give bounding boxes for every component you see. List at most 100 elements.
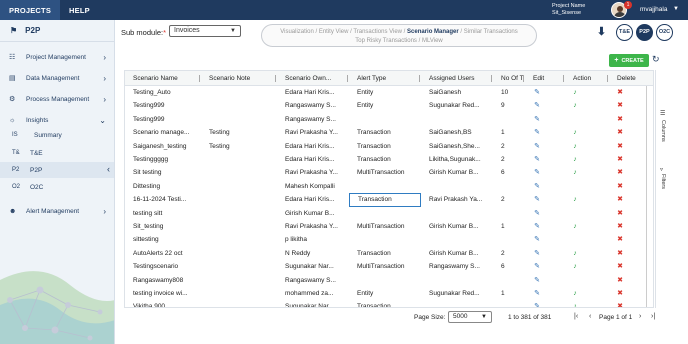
table-cell[interactable]: Vikitha 900 xyxy=(125,300,201,307)
edit-pencil-icon[interactable]: ✎ xyxy=(525,99,549,112)
table-cell[interactable] xyxy=(201,300,277,307)
table-cell[interactable] xyxy=(421,300,493,307)
table-cell[interactable]: Testing999 xyxy=(125,99,201,112)
table-cell[interactable]: 1 xyxy=(493,220,525,233)
delete-trash-icon[interactable]: ✖ xyxy=(609,86,631,99)
table-cell[interactable]: Edara Hari Kris... xyxy=(277,153,349,166)
table-row[interactable]: sittesting p likitha ✎ ✖ xyxy=(125,233,653,246)
table-cell[interactable]: Likitha,Sugunak... xyxy=(421,153,493,166)
table-cell[interactable]: sittesting xyxy=(125,233,201,246)
table-cell[interactable] xyxy=(349,233,421,246)
table-cell[interactable] xyxy=(349,274,421,287)
user-name[interactable]: mvajjhala xyxy=(640,6,667,13)
table-cell[interactable]: p likitha xyxy=(277,233,349,246)
table-cell[interactable]: Transaction xyxy=(349,140,421,153)
column-header[interactable]: Assigned Users xyxy=(421,71,493,86)
table-cell[interactable] xyxy=(493,180,525,193)
alert-bell-icon[interactable]: ♪ xyxy=(565,153,585,166)
delete-trash-icon[interactable]: ✖ xyxy=(609,126,631,139)
table-cell[interactable]: mohammed za... xyxy=(277,287,349,300)
table-row[interactable]: Testing999 Rangaswamy S... ✎ ✖ xyxy=(125,113,653,126)
refresh-icon[interactable]: ↻ xyxy=(652,54,660,65)
delete-trash-icon[interactable]: ✖ xyxy=(609,153,631,166)
collapse-chevron-icon[interactable]: ‹ xyxy=(107,164,110,174)
sidebar-item-alert-management[interactable]: ☻ Alert Management › xyxy=(0,202,114,220)
table-cell[interactable]: 6 xyxy=(493,260,525,273)
sidebar-sub-o2c[interactable]: O2 O2C xyxy=(0,179,114,195)
delete-trash-icon[interactable]: ✖ xyxy=(609,247,631,260)
edit-pencil-icon[interactable]: ✎ xyxy=(525,193,549,206)
table-cell[interactable]: Testing xyxy=(201,140,277,153)
table-cell[interactable] xyxy=(421,274,493,287)
columns-tab[interactable]: Columns xyxy=(660,120,666,142)
edit-pencil-icon[interactable]: ✎ xyxy=(525,113,549,126)
table-cell[interactable]: Girish Kumar B... xyxy=(277,207,349,220)
sidebar-item-data-management[interactable]: ▤ Data Management › xyxy=(0,69,114,87)
alert-bell-icon[interactable]: ♪ xyxy=(565,260,585,273)
alert-bell-icon[interactable]: ♪ xyxy=(565,300,585,307)
table-cell[interactable] xyxy=(201,113,277,126)
column-resize-handle[interactable] xyxy=(419,75,420,82)
table-cell[interactable] xyxy=(493,233,525,246)
delete-trash-icon[interactable]: ✖ xyxy=(609,99,631,112)
alert-bell-icon[interactable]: ♪ xyxy=(565,287,585,300)
edit-pencil-icon[interactable]: ✎ xyxy=(525,247,549,260)
table-cell[interactable]: Rangaswamy S... xyxy=(277,113,349,126)
crumb-scenario-manager[interactable]: Scenario Manager xyxy=(407,29,459,35)
table-cell[interactable] xyxy=(349,180,421,193)
table-row[interactable]: 16-11-2024 Testi... Edara Hari Kris... Tra… xyxy=(125,193,653,207)
alert-bell-icon[interactable]: ♪ xyxy=(565,220,585,233)
prev-page-icon[interactable]: ‹ xyxy=(589,313,591,320)
table-cell[interactable]: MultiTransaction xyxy=(349,166,421,179)
table-cell[interactable]: Edara Hari Kris... xyxy=(277,86,349,99)
table-cell[interactable]: testing sitt xyxy=(125,207,201,220)
edit-pencil-icon[interactable]: ✎ xyxy=(525,140,549,153)
table-cell[interactable]: 2 xyxy=(493,193,525,206)
table-cell[interactable]: SaiGanesh,She... xyxy=(421,140,493,153)
table-cell[interactable]: Saiganesh_testing xyxy=(125,140,201,153)
column-header[interactable]: Scenario Own... xyxy=(277,71,349,86)
edit-pencil-icon[interactable]: ✎ xyxy=(525,274,549,287)
edit-pencil-icon[interactable]: ✎ xyxy=(525,126,549,139)
user-menu-chevron-icon[interactable]: ▼ xyxy=(673,6,679,12)
table-row[interactable]: testing invoice wi... mohammed za... Entit… xyxy=(125,287,653,300)
table-cell[interactable]: Scenario manage... xyxy=(125,126,201,139)
first-page-icon[interactable]: |‹ xyxy=(574,313,578,320)
table-cell[interactable]: 2 xyxy=(493,153,525,166)
table-cell[interactable]: 6 xyxy=(493,166,525,179)
table-row[interactable]: Rangaswamy808 Rangaswamy S... ✎ ✖ xyxy=(125,274,653,287)
columns-icon[interactable]: ☰ xyxy=(660,110,665,117)
table-row[interactable]: Scenario manage... Testing Ravi Prakasha Y… xyxy=(125,126,653,139)
table-cell[interactable]: Transaction xyxy=(349,126,421,139)
download-icon[interactable]: ⬇ xyxy=(593,24,610,41)
alert-bell-icon[interactable]: ♪ xyxy=(565,247,585,260)
edit-pencil-icon[interactable]: ✎ xyxy=(525,207,549,220)
table-cell[interactable]: Rangaswamy S... xyxy=(277,274,349,287)
next-page-icon[interactable]: › xyxy=(639,313,641,320)
table-cell[interactable] xyxy=(493,113,525,126)
notification-badge[interactable]: 1 xyxy=(624,1,632,9)
delete-trash-icon[interactable]: ✖ xyxy=(609,274,631,287)
delete-trash-icon[interactable]: ✖ xyxy=(609,140,631,153)
column-resize-handle[interactable] xyxy=(275,75,276,82)
delete-trash-icon[interactable]: ✖ xyxy=(609,166,631,179)
table-cell[interactable] xyxy=(201,180,277,193)
table-cell[interactable]: Entity xyxy=(349,86,421,99)
edit-pencil-icon[interactable]: ✎ xyxy=(525,153,549,166)
table-cell[interactable] xyxy=(421,233,493,246)
column-header[interactable]: Action xyxy=(565,71,609,86)
table-cell[interactable]: Girish Kumar B... xyxy=(421,220,493,233)
p2p-button[interactable]: P2P xyxy=(636,24,653,41)
table-cell[interactable]: Transaction xyxy=(349,247,421,260)
delete-trash-icon[interactable]: ✖ xyxy=(609,207,631,220)
column-resize-handle[interactable] xyxy=(563,75,564,82)
te-button[interactable]: T&E xyxy=(616,24,633,41)
table-cell[interactable]: testing invoice wi... xyxy=(125,287,201,300)
table-cell[interactable] xyxy=(201,220,277,233)
table-cell[interactable] xyxy=(201,247,277,260)
delete-trash-icon[interactable]: ✖ xyxy=(609,193,631,206)
table-row[interactable]: Saiganesh_testing Testing Edara Hari Kris.… xyxy=(125,140,653,153)
table-row[interactable]: Sit testing Ravi Prakasha Y... MultiTransa… xyxy=(125,166,653,179)
column-header[interactable]: Edit xyxy=(525,71,565,86)
table-cell[interactable] xyxy=(349,113,421,126)
